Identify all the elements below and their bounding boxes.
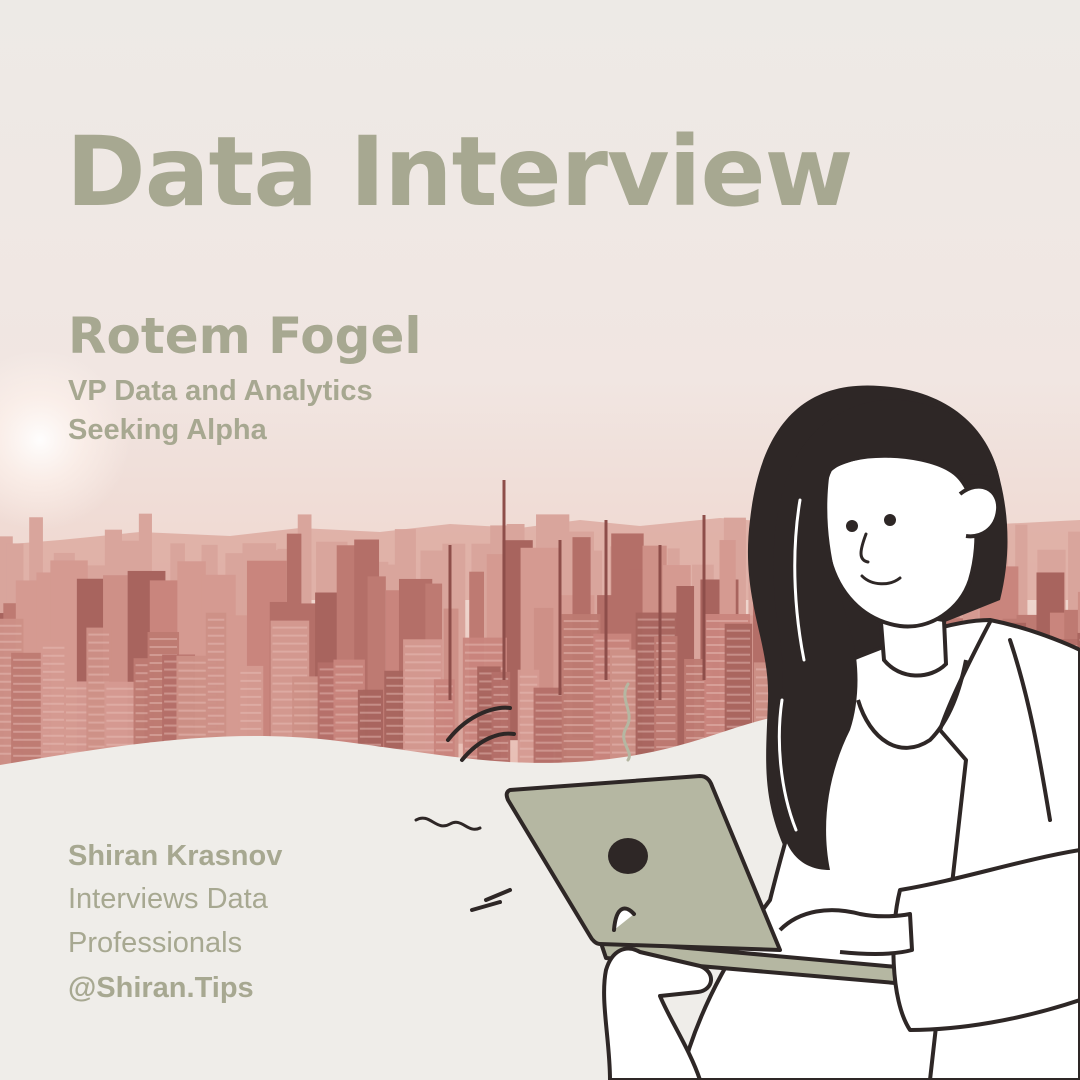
motion-lines-icon	[470, 888, 512, 912]
right-eye	[884, 514, 896, 526]
steam-squiggle	[622, 682, 631, 762]
woman-with-laptop-illustration	[414, 385, 1080, 1080]
plant-leaves	[446, 705, 516, 762]
laptop-logo	[608, 838, 648, 874]
poster: Data Interview Rotem Fogel VP Data and A…	[0, 0, 1080, 1080]
left-eye	[846, 520, 858, 532]
squiggle-decoration	[414, 816, 482, 831]
